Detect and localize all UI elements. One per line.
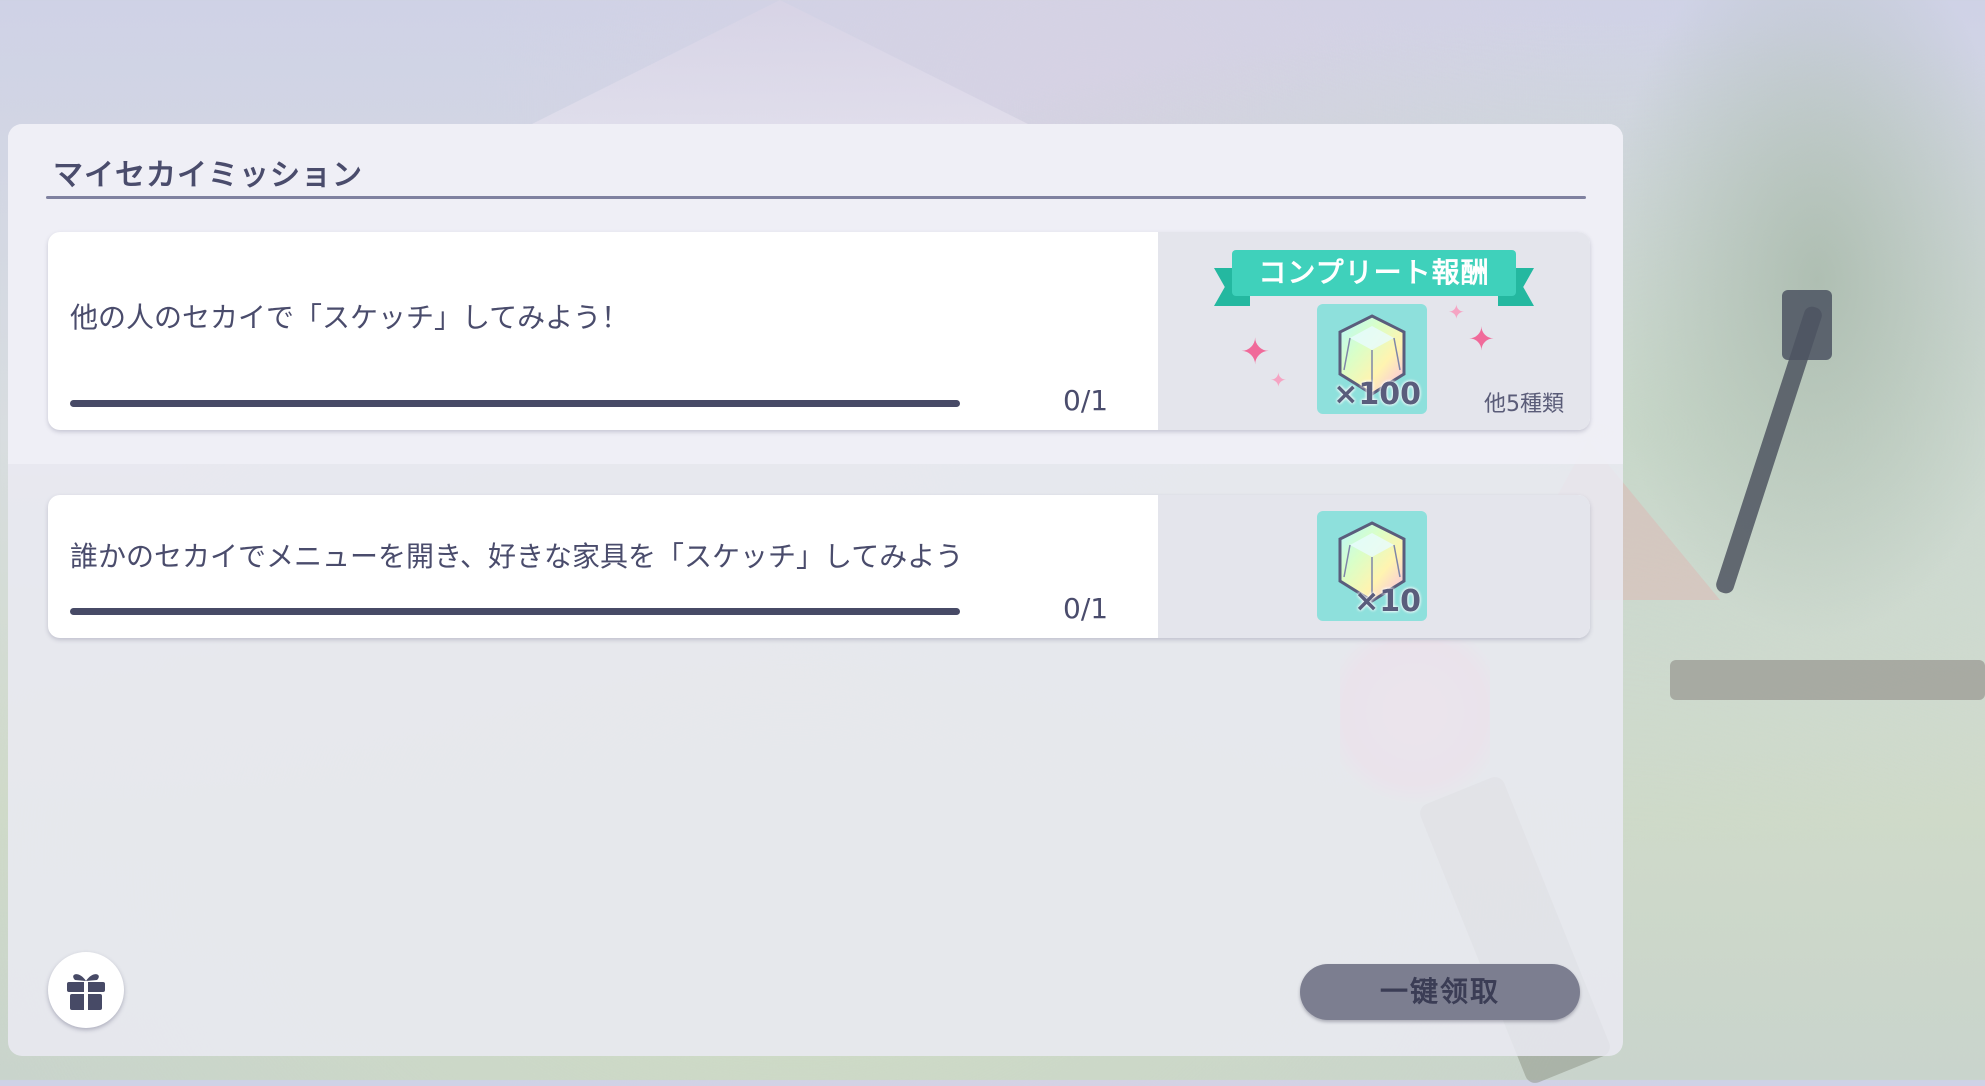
- reward-item[interactable]: ×100: [1317, 304, 1427, 414]
- sparkle-icon: ✦: [1270, 368, 1287, 392]
- complete-reward-ribbon: コンプリート報酬: [1214, 250, 1534, 306]
- mission-description: 他の人のセカイで「スケッチ」してみよう！: [70, 301, 630, 334]
- reward-area[interactable]: コンプリート報酬 ✦ ✦ ✦ ✦ ×100 他5種類: [1158, 232, 1590, 430]
- progress-bar: [70, 400, 960, 407]
- background-lamp-head: [1782, 290, 1832, 360]
- mission-card-1: 他の人のセカイで「スケッチ」してみよう！ 0/1 コンプリート報酬 ✦ ✦ ✦ …: [48, 232, 1590, 430]
- sparkle-icon: ✦: [1448, 300, 1465, 324]
- background-bench: [1670, 660, 1985, 700]
- sparkle-icon: ✦: [1468, 320, 1495, 358]
- complete-reward-label: コンプリート報酬: [1232, 250, 1516, 296]
- mission-card-2: 誰かのセカイでメニューを開き、好きな家具を「スケッチ」してみよう 0/1 ×10: [48, 495, 1590, 638]
- reward-area[interactable]: ×10: [1158, 495, 1590, 638]
- mission-description: 誰かのセカイでメニューを開き、好きな家具を「スケッチ」してみよう: [70, 540, 964, 573]
- reward-item[interactable]: ×10: [1317, 511, 1427, 621]
- title-divider: [46, 196, 1586, 199]
- reward-quantity: ×100: [1333, 377, 1421, 412]
- mission-text-area: 他の人のセカイで「スケッチ」してみよう！ 0/1: [48, 232, 1158, 430]
- gift-button[interactable]: [48, 952, 124, 1028]
- other-rewards-label: 他5種類: [1484, 392, 1564, 417]
- sparkle-icon: ✦: [1240, 332, 1271, 373]
- mission-text-area: 誰かのセカイでメニューを開き、好きな家具を「スケッチ」してみよう 0/1: [48, 495, 1158, 638]
- progress-count: 0/1: [1063, 384, 1109, 417]
- mission-panel: マイセカイミッション 他の人のセカイで「スケッチ」してみよう！ 0/1 コンプリ…: [8, 124, 1623, 1056]
- gift-icon: [67, 974, 105, 1012]
- panel-title: マイセカイミッション: [53, 158, 363, 193]
- progress-bar: [70, 608, 960, 615]
- background-house: [500, 0, 1060, 140]
- claim-all-button[interactable]: 一键领取: [1300, 964, 1580, 1020]
- reward-quantity: ×10: [1354, 584, 1421, 619]
- progress-count: 0/1: [1063, 592, 1109, 625]
